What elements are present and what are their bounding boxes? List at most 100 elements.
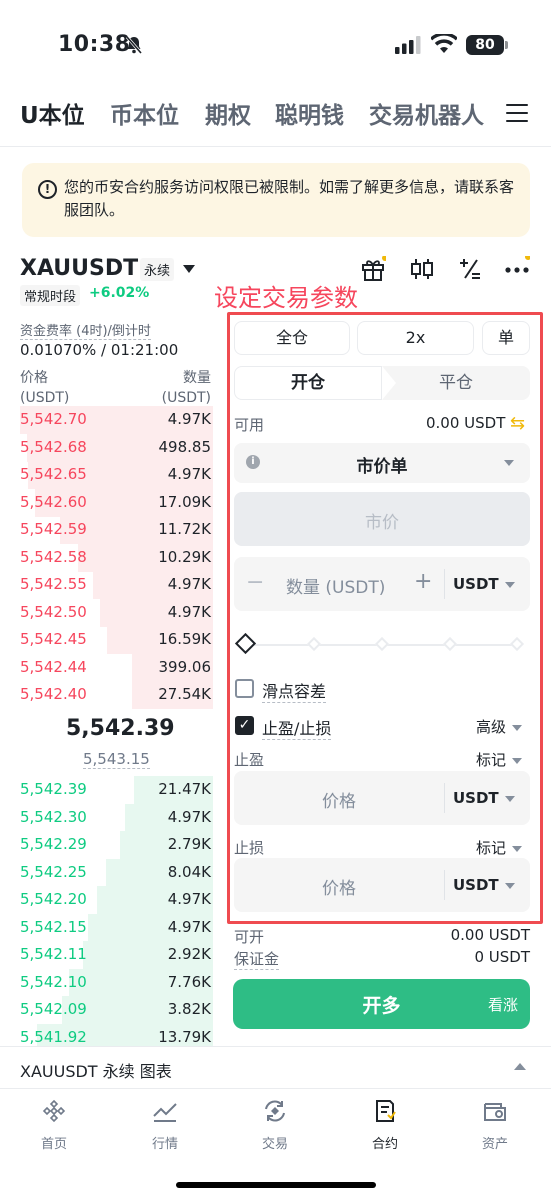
restriction-notice: ! 您的币安合约服务访问权限已被限制。如需了解更多信息，请联系客服团队。 [22, 163, 530, 237]
info-icon: ! [38, 180, 57, 199]
bid-qty: 4.97K [167, 917, 211, 936]
ask-row[interactable]: 5,542.58 10.29K [0, 543, 213, 572]
ob-price-header: 价格 (USDT) [20, 368, 69, 408]
calculator-icon[interactable] [457, 256, 483, 282]
ask-row[interactable]: 5,542.70 4.97K [0, 406, 213, 434]
tab-options[interactable]: 期权 [205, 96, 251, 130]
can-open-value: 0.00 USDT [450, 926, 530, 944]
bid-price: 5,541.92 [20, 1027, 87, 1046]
bid-qty: 3.82K [167, 1000, 211, 1018]
tab-trade[interactable]: 交易 [235, 1099, 315, 1152]
ask-row[interactable]: 5,542.40 27.54K [0, 681, 213, 709]
ask-row[interactable]: 5,542.59 11.72K [0, 516, 213, 544]
tab-trading-bots[interactable]: 交易机器人 [369, 96, 484, 130]
bid-qty: 21.47K [158, 780, 211, 798]
bid-price: 5,542.15 [20, 917, 87, 936]
ob-qty-header-label: 数量 [183, 370, 211, 386]
ask-row[interactable]: 5,542.68 498.85 [0, 433, 213, 462]
ask-qty: 27.54K [158, 685, 211, 703]
bid-qty: 4.97K [167, 890, 211, 908]
tab-home-label: 首页 [40, 1137, 67, 1152]
ask-row[interactable]: 5,542.50 4.97K [0, 598, 213, 627]
candlestick-icon[interactable] [409, 256, 435, 282]
tab-assets-label: 资产 [481, 1137, 508, 1152]
contract-type-badge: 永续 [140, 258, 175, 281]
futures-document-icon [376, 1100, 396, 1122]
ask-row[interactable]: 5,542.65 4.97K [0, 461, 213, 489]
tab-home[interactable]: 首页 [14, 1099, 94, 1152]
funding-rate-value: 0.01070% / 01:21:00 [20, 341, 179, 359]
divider [0, 146, 551, 147]
wifi-icon [431, 34, 457, 53]
session-badge: 常规时段 [20, 285, 81, 306]
open-long-label: 开多 [362, 995, 401, 1017]
tab-usdt-margined[interactable]: U本位 [20, 96, 85, 130]
ask-qty: 11.72K [158, 520, 211, 538]
chevron-up-icon[interactable] [514, 1063, 526, 1070]
ob-price-header-unit: (USDT) [20, 390, 70, 406]
bid-price: 5,542.29 [20, 835, 87, 853]
ask-price: 5,542.59 [20, 520, 87, 538]
gift-icon[interactable] [360, 256, 386, 282]
bid-qty: 13.79K [158, 1027, 211, 1046]
tab-futures-label: 合约 [371, 1137, 398, 1152]
ob-qty-header-unit: (USDT) [161, 390, 211, 406]
ask-price: 5,542.50 [20, 602, 87, 621]
bid-price: 5,542.09 [20, 1000, 87, 1018]
ask-price: 5,542.70 [20, 410, 87, 428]
bid-qty: 7.76K [167, 972, 211, 991]
margin-value: 0 USDT [474, 948, 530, 966]
bid-qty: 2.79K [167, 835, 211, 853]
bid-row[interactable]: 5,542.09 3.82K [0, 996, 213, 1024]
battery-tip [505, 41, 508, 49]
bid-row[interactable]: 5,542.11 2.92K [0, 941, 213, 969]
bid-row[interactable]: 5,542.10 7.76K [0, 968, 213, 997]
ask-qty: 4.97K [167, 410, 211, 428]
ask-qty: 4.97K [167, 575, 211, 593]
ask-price: 5,542.60 [20, 492, 87, 511]
ask-row[interactable]: 5,542.45 16.59K [0, 626, 213, 654]
bid-row[interactable]: 5,542.39 21.47K [0, 776, 213, 804]
bid-price: 5,542.20 [20, 890, 87, 908]
bid-row[interactable]: 5,542.15 4.97K [0, 913, 213, 942]
annotation-label: 设定交易参数 [214, 284, 358, 312]
tab-trade-label: 交易 [261, 1137, 288, 1152]
annotation-highlight-box [227, 312, 543, 924]
chart-bar-title: XAUUSDT 永续 图表 [20, 1062, 172, 1081]
open-long-button[interactable]: 开多 看涨 [233, 979, 530, 1029]
tab-smart-money[interactable]: 聪明钱 [275, 96, 344, 130]
battery-level: 80 [466, 35, 504, 55]
bid-row[interactable]: 5,542.20 4.97K [0, 886, 213, 914]
ask-qty: 4.97K [167, 602, 211, 621]
funding-rate-label[interactable]: 资金费率 (4时)/倒计时 [20, 320, 151, 340]
symbol-name[interactable]: XAUUSDT [20, 256, 138, 281]
tab-assets[interactable]: 资产 [455, 1099, 535, 1152]
bid-qty: 4.97K [167, 807, 211, 826]
bid-row[interactable]: 5,542.29 2.79K [0, 831, 213, 859]
ask-price: 5,542.45 [20, 630, 87, 648]
tab-markets[interactable]: 行情 [125, 1099, 205, 1152]
ask-row[interactable]: 5,542.55 4.97K [0, 571, 213, 599]
bid-row[interactable]: 5,542.30 4.97K [0, 803, 213, 832]
ask-price: 5,542.68 [20, 437, 87, 456]
chevron-down-icon[interactable] [183, 265, 195, 273]
bullish-label: 看涨 [487, 996, 518, 1014]
ask-row[interactable]: 5,542.60 17.09K [0, 488, 213, 517]
tab-coin-margined[interactable]: 币本位 [110, 96, 179, 130]
menu-icon[interactable] [506, 104, 528, 122]
chart-toggle-bar[interactable]: XAUUSDT 永续 图表 [0, 1046, 551, 1088]
more-icon[interactable] [504, 256, 530, 282]
margin-label[interactable]: 保证金 [234, 948, 280, 970]
ask-price: 5,542.58 [20, 547, 87, 566]
ask-price: 5,542.65 [20, 465, 87, 483]
signal-icon [395, 36, 421, 54]
ask-row[interactable]: 5,542.44 399.06 [0, 653, 213, 682]
tab-futures[interactable]: 合约 [345, 1099, 425, 1152]
can-open-label: 可开 [234, 928, 265, 946]
bid-row[interactable]: 5,542.25 8.04K [0, 858, 213, 887]
mark-price[interactable]: 5,543.15 [83, 750, 150, 769]
ask-price: 5,542.44 [20, 657, 87, 676]
bid-price: 5,542.10 [20, 972, 87, 991]
ask-qty: 498.85 [158, 437, 212, 456]
last-price: 5,542.39 [66, 716, 175, 741]
